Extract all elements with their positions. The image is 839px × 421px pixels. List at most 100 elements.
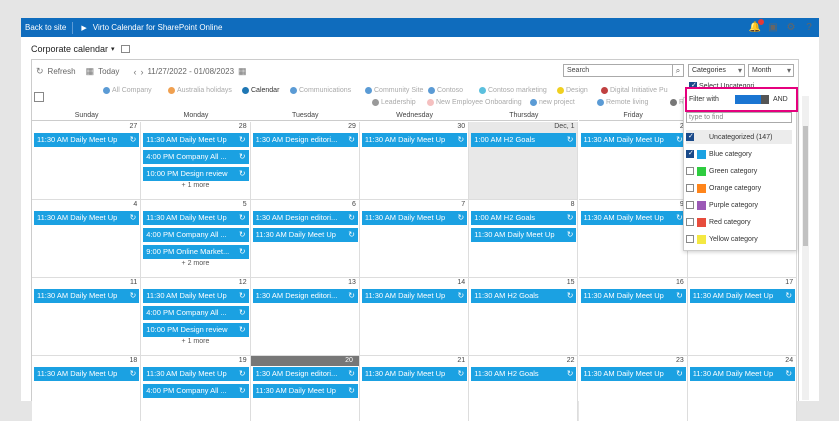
gear-icon[interactable]: ⚙ xyxy=(785,22,797,34)
back-to-site-link[interactable]: Back to site xyxy=(21,23,72,32)
category-option[interactable]: Orange category xyxy=(686,181,792,195)
day-cell[interactable]: 9 11:30 AM Daily Meet Up ↻ xyxy=(578,200,688,278)
select-all-checkbox[interactable] xyxy=(34,92,44,102)
calendar-event[interactable]: 11:30 AM Daily Meet Up ↻ xyxy=(361,133,468,147)
day-cell[interactable]: 22 11:30 AM H2 Goals ↻ xyxy=(469,356,579,421)
day-number[interactable]: 29 xyxy=(348,123,356,130)
calendar-event[interactable]: 9:00 PM Online Market... ↻ xyxy=(143,245,249,259)
day-cell[interactable]: 24 11:30 AM Daily Meet Up ↻ xyxy=(687,356,798,421)
category-option[interactable]: Red category xyxy=(686,215,792,229)
day-cell[interactable]: 2 11:30 AM Daily Meet Up ↻ xyxy=(578,122,688,200)
calendar-event[interactable]: 11:30 AM Daily Meet Up ↻ xyxy=(143,289,249,303)
day-number[interactable]: 15 xyxy=(567,279,575,286)
day-number[interactable]: 27 xyxy=(130,123,138,130)
date-picker-icon[interactable]: ▦ xyxy=(238,66,247,77)
day-number[interactable]: 23 xyxy=(676,357,684,364)
category-checkbox[interactable] xyxy=(686,149,694,158)
category-checkbox[interactable] xyxy=(686,184,694,192)
day-cell[interactable]: 23 11:30 AM Daily Meet Up ↻ xyxy=(578,356,688,421)
day-cell[interactable]: 11 11:30 AM Daily Meet Up ↻ xyxy=(32,278,142,356)
day-number[interactable]: 13 xyxy=(348,279,356,286)
calendar-event[interactable]: 11:30 AM Daily Meet Up ↻ xyxy=(471,228,577,242)
external-window-icon[interactable] xyxy=(120,45,130,53)
category-option[interactable]: Blue category xyxy=(686,147,792,161)
book-icon[interactable]: ▣ xyxy=(767,22,779,34)
filter-mode-toggle[interactable] xyxy=(734,95,769,104)
calendar-event[interactable]: 11:30 AM Daily Meet Up ↻ xyxy=(361,367,468,381)
calendar-event[interactable]: 1:00 AM H2 Goals ↻ xyxy=(471,211,577,225)
day-number[interactable]: 18 xyxy=(130,357,138,364)
day-number[interactable]: 11 xyxy=(130,279,137,286)
calendar-event[interactable]: 4:00 PM Company All ... ↻ xyxy=(143,150,249,164)
day-cell[interactable]: 15 11:30 AM H2 Goals ↻ xyxy=(469,278,579,356)
refresh-icon[interactable]: ↻ xyxy=(36,66,44,77)
day-cell[interactable]: 8 1:00 AM H2 Goals ↻ 11:30 AM Daily Meet Up… xyxy=(469,200,579,278)
day-cell[interactable]: 13 1:30 AM Design editori... ↻ xyxy=(250,278,360,356)
calendar-title[interactable]: Corporate calendar ▾ xyxy=(31,44,130,54)
legend-item[interactable]: Design xyxy=(557,87,588,94)
legend-item[interactable]: Communications xyxy=(290,87,351,94)
calendar-event[interactable]: 11:30 AM Daily Meet Up ↻ xyxy=(252,384,358,398)
view-select[interactable]: Month ▾ xyxy=(748,64,794,77)
legend-item[interactable]: Contoso marketing xyxy=(479,87,547,94)
category-checkbox[interactable] xyxy=(686,132,694,141)
calendar-event[interactable]: 11:30 AM H2 Goals ↻ xyxy=(471,367,577,381)
chevron-right-icon[interactable]: › xyxy=(140,67,143,77)
category-checkbox[interactable] xyxy=(686,235,694,243)
chevron-down-icon[interactable]: ▾ xyxy=(111,45,115,53)
calendar-event[interactable]: 4:00 PM Company All ... ↻ xyxy=(143,306,249,320)
calendar-event[interactable]: 11:30 AM Daily Meet Up ↻ xyxy=(143,133,249,147)
day-number[interactable]: 17 xyxy=(785,279,793,286)
calendar-event[interactable]: 1:30 AM Design editori... ↻ xyxy=(252,133,358,147)
calendar-event[interactable]: 10:00 PM Design review ↻ xyxy=(143,167,249,181)
legend-item[interactable]: Australia holidays xyxy=(168,87,232,94)
calendar-event[interactable]: 11:30 AM Daily Meet Up ↻ xyxy=(143,211,249,225)
day-number[interactable]: 19 xyxy=(239,357,247,364)
calendar-event[interactable]: 11:30 AM Daily Meet Up ↻ xyxy=(252,228,358,242)
today-button[interactable]: Today xyxy=(98,67,119,76)
day-number[interactable]: 8 xyxy=(571,201,575,208)
day-cell[interactable]: Dec, 1 1:00 AM H2 Goals ↻ xyxy=(469,122,579,200)
chevron-left-icon[interactable]: ‹ xyxy=(133,67,136,77)
calendar-event[interactable]: 11:30 AM Daily Meet Up ↻ xyxy=(580,133,686,147)
category-option[interactable]: Purple category xyxy=(686,198,792,212)
category-checkbox[interactable] xyxy=(686,218,694,226)
calendar-event[interactable]: 1:30 AM Design editori... ↻ xyxy=(252,367,358,381)
day-cell[interactable]: 12 11:30 AM Daily Meet Up ↻ 4:00 PM Company… xyxy=(141,278,251,356)
day-number[interactable]: 21 xyxy=(457,357,465,364)
day-cell[interactable]: 28 11:30 AM Daily Meet Up ↻ 4:00 PM Company… xyxy=(141,122,251,200)
legend-item[interactable]: New Employee Onboarding xyxy=(427,99,522,106)
day-number[interactable]: 24 xyxy=(785,357,793,364)
calendar-event[interactable]: 4:00 PM Company All ... ↻ xyxy=(143,228,249,242)
legend-item[interactable]: Remote living xyxy=(597,99,648,106)
category-option[interactable]: Yellow category xyxy=(686,232,792,246)
day-number[interactable]: 28 xyxy=(239,123,247,130)
day-number[interactable]: 4 xyxy=(133,201,137,208)
day-number[interactable]: 14 xyxy=(457,279,465,286)
notifications-icon[interactable]: 🔔 xyxy=(749,18,764,34)
day-cell[interactable]: 7 11:30 AM Daily Meet Up ↻ xyxy=(359,200,470,278)
calendar-event[interactable]: 11:30 AM Daily Meet Up ↻ xyxy=(689,367,796,381)
calendar-event[interactable]: 11:30 AM Daily Meet Up ↻ xyxy=(689,289,796,303)
scrollbar-thumb[interactable] xyxy=(803,126,808,246)
calendar-event[interactable]: 11:30 AM H2 Goals ↻ xyxy=(471,289,577,303)
legend-item[interactable]: Calendar xyxy=(242,87,279,94)
day-cell[interactable]: 14 11:30 AM Daily Meet Up ↻ xyxy=(359,278,470,356)
more-events-link[interactable]: + 1 more xyxy=(141,182,249,189)
more-events-link[interactable]: + 2 more xyxy=(141,260,249,267)
day-cell[interactable]: 27 11:30 AM Daily Meet Up ↻ xyxy=(32,122,142,200)
day-number[interactable]: 5 xyxy=(243,201,247,208)
legend-item[interactable]: Leadership xyxy=(372,99,416,106)
day-number[interactable]: 20 xyxy=(342,357,356,364)
category-option[interactable]: Green category xyxy=(686,164,792,178)
category-checkbox[interactable] xyxy=(686,167,694,175)
day-cell[interactable]: 29 1:30 AM Design editori... ↻ xyxy=(250,122,360,200)
category-search-input[interactable]: type to find xyxy=(686,112,792,123)
refresh-button[interactable]: Refresh xyxy=(48,67,76,76)
scrollbar[interactable] xyxy=(802,96,809,400)
day-cell[interactable]: 16 11:30 AM Daily Meet Up ↻ xyxy=(578,278,688,356)
search-icon[interactable]: ⌕ xyxy=(673,64,684,77)
category-option[interactable]: Uncategorized (147) xyxy=(686,130,792,144)
day-number[interactable]: 22 xyxy=(567,357,575,364)
calendar-event[interactable]: 11:30 AM Daily Meet Up ↻ xyxy=(143,367,249,381)
